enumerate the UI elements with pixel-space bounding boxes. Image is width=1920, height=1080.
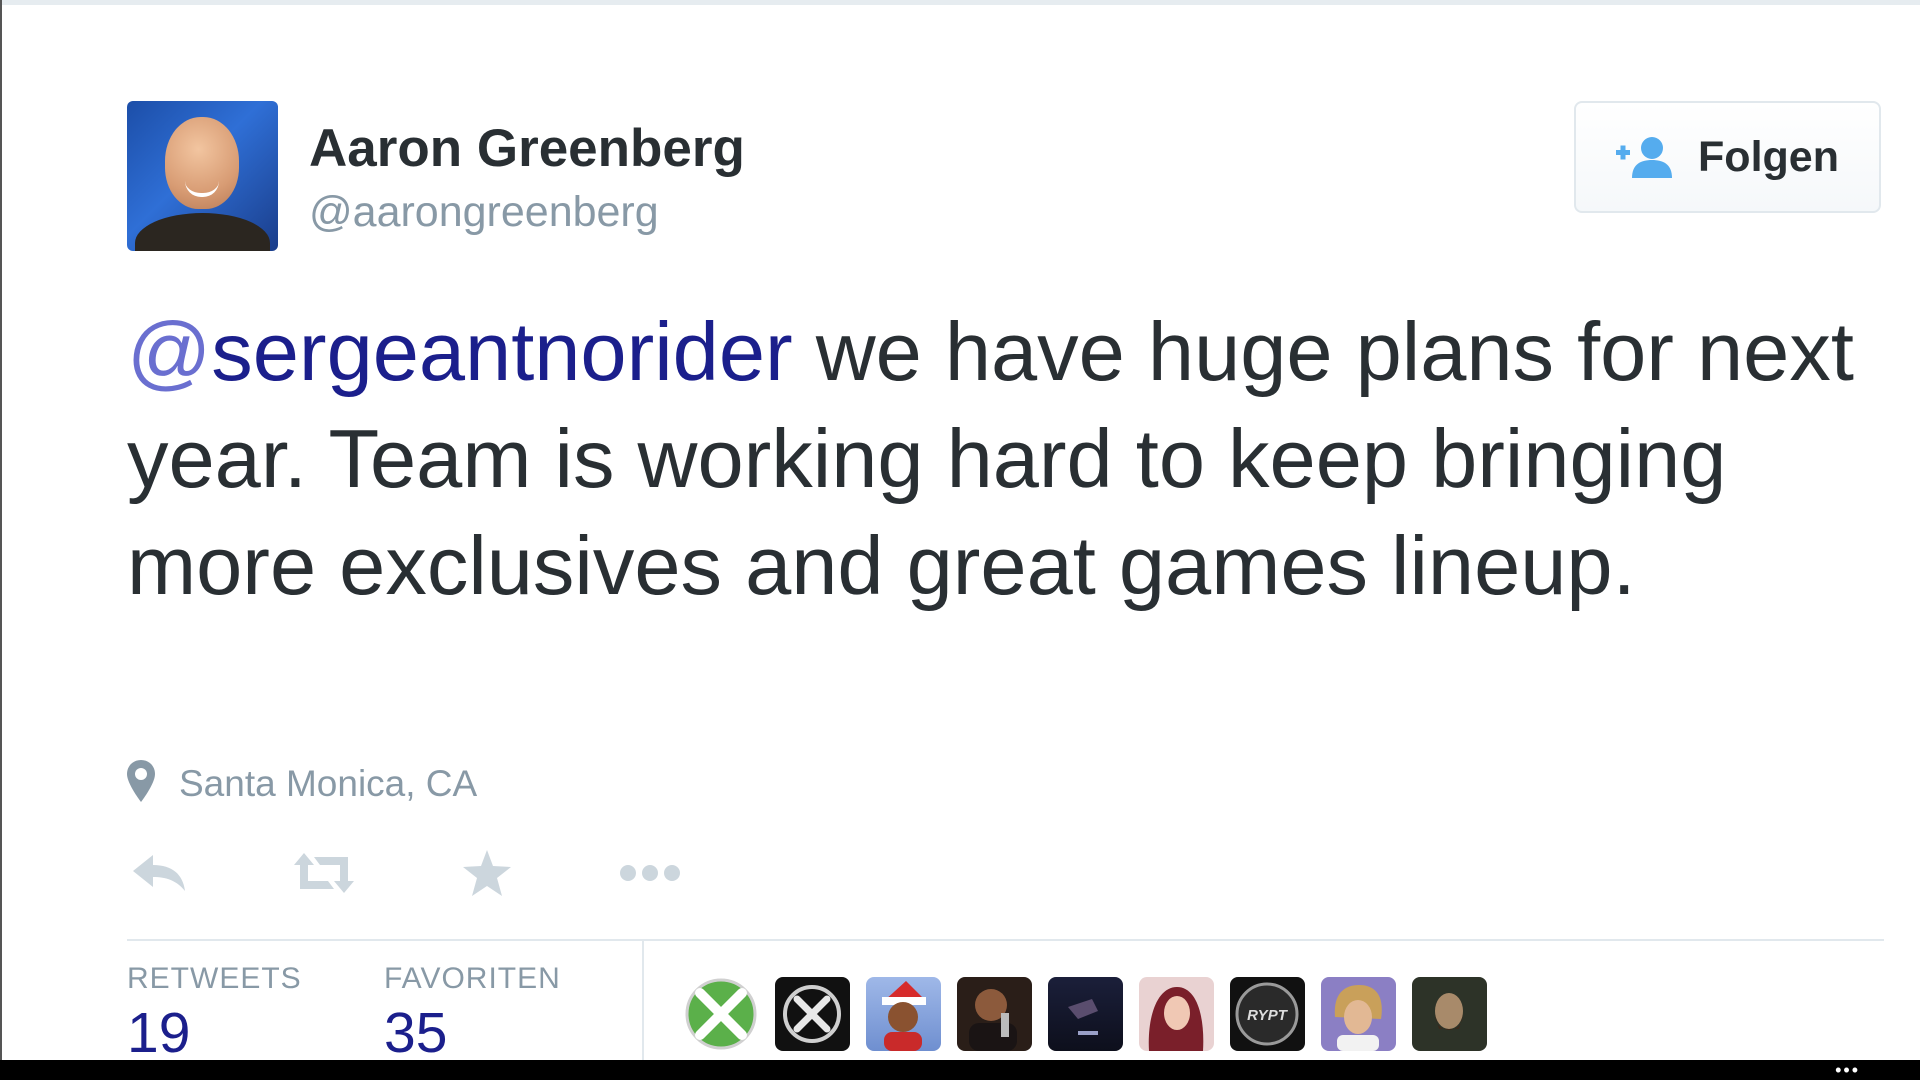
- location-pin-icon: [127, 760, 155, 807]
- reply-button[interactable]: [131, 845, 187, 905]
- retweets-label[interactable]: RETWEETS: [127, 962, 302, 996]
- favoriter-avatar-rypt[interactable]: RYPT: [1230, 977, 1305, 1051]
- rypt-logo-text: RYPT: [1247, 1007, 1289, 1024]
- mention-link[interactable]: @sergeantnorider: [127, 305, 793, 398]
- favoriter-avatar-woman-red-hair[interactable]: [1139, 977, 1214, 1051]
- retweet-button[interactable]: [292, 845, 356, 905]
- favoriter-avatar-santa[interactable]: [866, 977, 941, 1051]
- more-icon: [619, 863, 681, 888]
- system-more-button[interactable]: •••: [1835, 1061, 1860, 1079]
- retweets-count[interactable]: 19: [127, 1000, 190, 1066]
- stats-top-divider: [127, 939, 1884, 941]
- favorites-label[interactable]: FAVORITEN: [384, 962, 561, 996]
- reply-icon: [131, 853, 187, 898]
- stats-vertical-divider: [642, 941, 644, 1060]
- tweet-location[interactable]: Santa Monica, CA: [127, 760, 477, 807]
- star-icon: [463, 849, 511, 901]
- tweet-actions: [127, 845, 727, 905]
- favoriter-avatar-bearded-man[interactable]: [1412, 977, 1487, 1051]
- tweet-page: Aaron Greenberg @aarongreenberg Folgen @…: [0, 0, 1920, 1080]
- retweet-icon: [292, 851, 356, 900]
- system-bottom-bar: [0, 1060, 1920, 1080]
- follow-button[interactable]: Folgen: [1574, 101, 1881, 213]
- favoriter-avatars: RYPT: [684, 977, 1487, 1051]
- author-name[interactable]: Aaron Greenberg: [309, 118, 745, 179]
- favoriter-avatar-dark-x[interactable]: [775, 977, 850, 1051]
- favorites-count[interactable]: 35: [384, 1000, 447, 1066]
- more-button[interactable]: [619, 845, 681, 905]
- follow-label: Folgen: [1698, 132, 1839, 181]
- favoriter-avatar-dark-game[interactable]: [1048, 977, 1123, 1051]
- location-text: Santa Monica, CA: [179, 762, 478, 804]
- add-user-icon: [1616, 136, 1678, 178]
- tweet-text: @sergeantnorider we have huge plans for …: [127, 298, 1907, 619]
- left-edge: [0, 0, 2, 1060]
- author-avatar[interactable]: [127, 101, 278, 251]
- author-handle[interactable]: @aarongreenberg: [309, 188, 659, 237]
- favorite-button[interactable]: [463, 845, 511, 905]
- favoriter-avatar-man-microphone[interactable]: [957, 977, 1032, 1051]
- favoriter-avatar-blond-man[interactable]: [1321, 977, 1396, 1051]
- top-border: [0, 0, 1920, 5]
- favoriter-avatar-xbox[interactable]: [684, 977, 759, 1051]
